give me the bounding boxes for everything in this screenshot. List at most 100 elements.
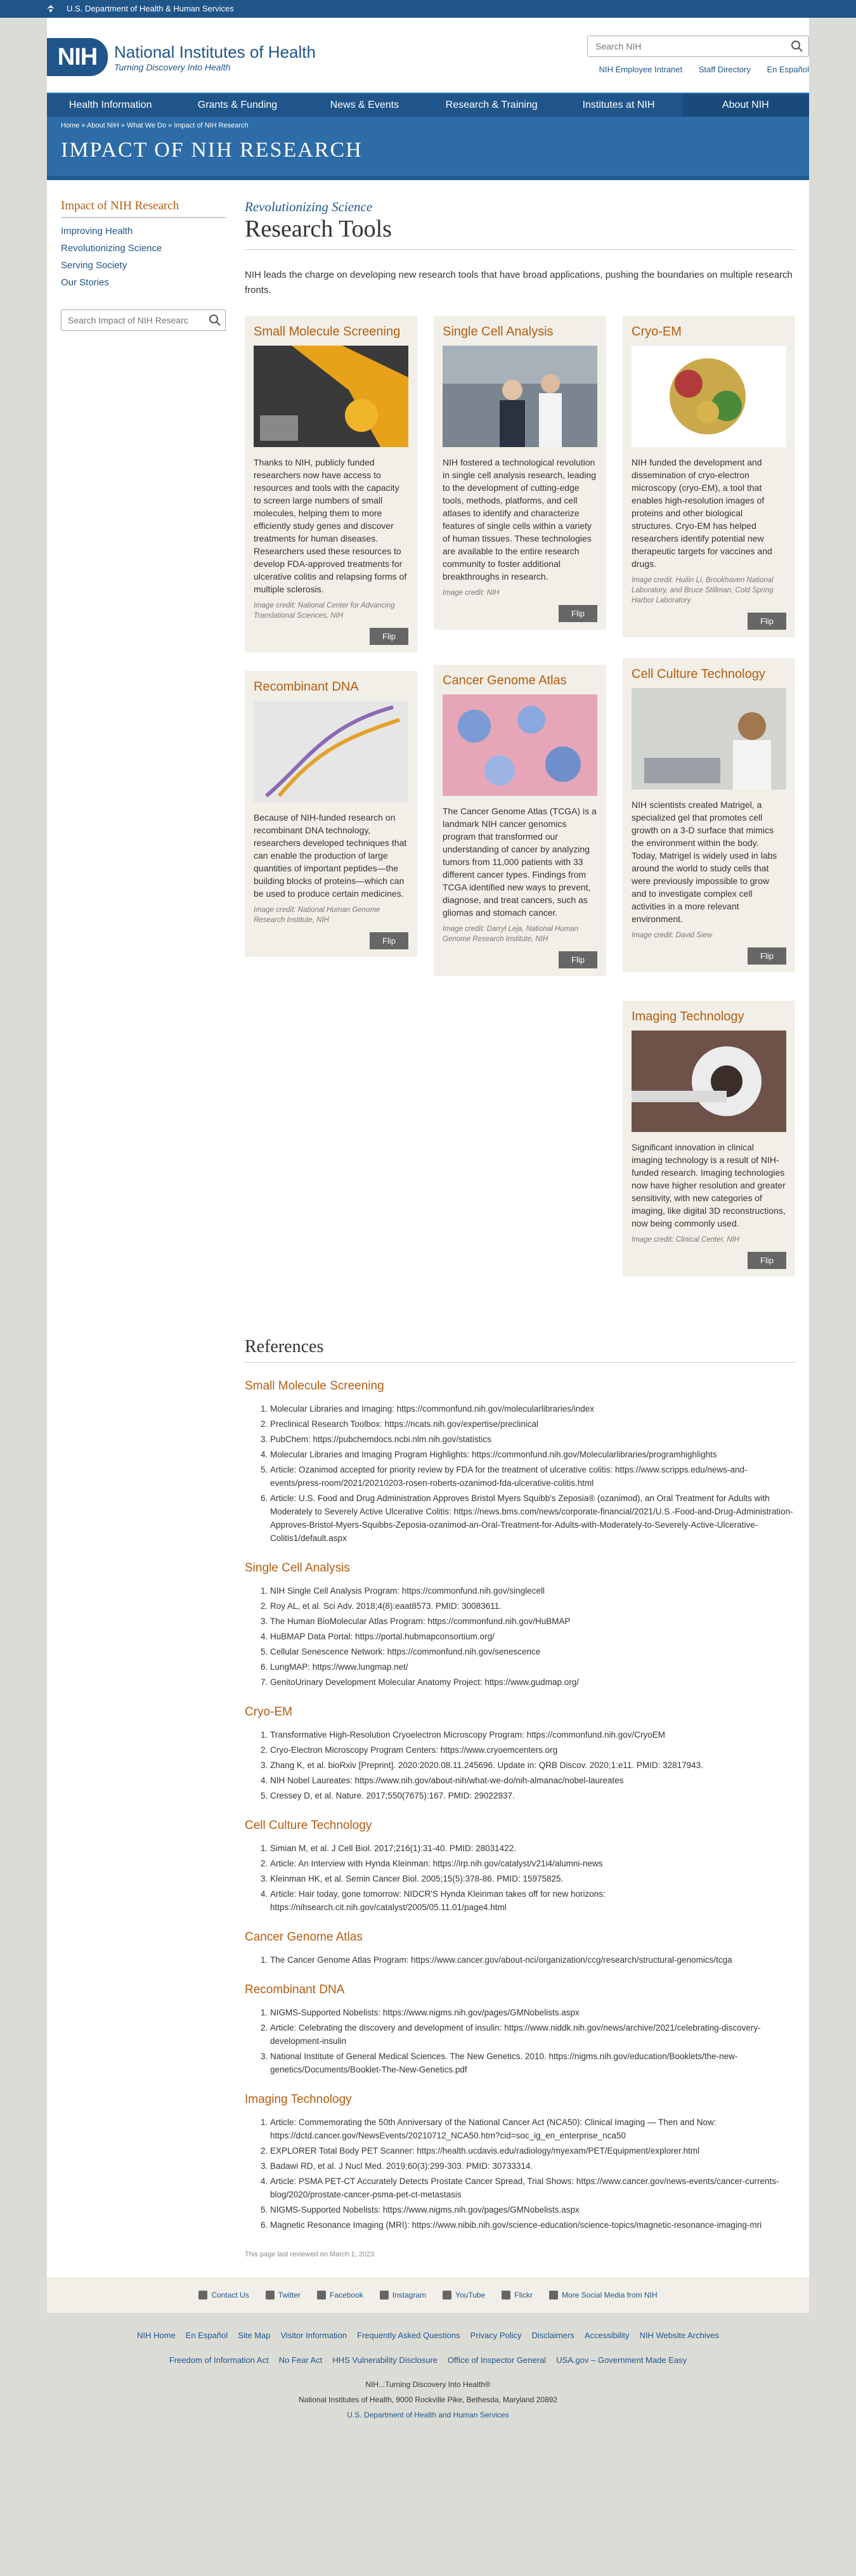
reference-item[interactable]: NIH Single Cell Analysis Program: https:… [270,1584,795,1597]
reference-item[interactable]: NIGMS-Supported Nobelists: https://www.n… [270,2006,795,2019]
link-espanol[interactable]: En Español [767,65,810,74]
reference-item[interactable]: Article: U.S. Food and Drug Administrati… [270,1492,795,1545]
reference-item[interactable]: EXPLORER Total Body PET Scanner: https:/… [270,2144,795,2157]
reference-item[interactable]: Article: Commemorating the 50th Annivers… [270,2116,795,2142]
footer-link[interactable]: Freedom of Information Act [169,2355,269,2365]
footer-link[interactable]: Visitor Information [281,2331,347,2340]
social-twitter[interactable]: Twitter [265,2291,301,2300]
footer-link[interactable]: En Español [186,2331,228,2340]
card-title: Imaging Technology [632,1010,744,1024]
flip-button[interactable]: Flip [748,947,786,965]
reference-item[interactable]: Roy AL, et al. Sci Adv. 2018;4(8):eaat85… [270,1599,795,1613]
reference-item[interactable]: National Institute of General Medical Sc… [270,2050,795,2076]
reference-item[interactable]: Article: Hair today, gone tomorrow: NIDC… [270,1887,795,1914]
flip-button[interactable]: Flip [370,628,408,645]
footer-link[interactable]: Frequently Asked Questions [357,2331,460,2340]
footer-link[interactable]: Privacy Policy [470,2331,522,2340]
sidebar-item-improving-health[interactable]: Improving Health [61,226,133,237]
reference-item[interactable]: Simian M, et al. J Cell Biol. 2017;216(1… [270,1842,795,1855]
search-icon[interactable] [791,40,803,53]
nav-health-information[interactable]: Health Information [47,94,174,117]
nav-grants-funding[interactable]: Grants & Funding [174,94,301,117]
main-content: Revolutionizing Science Research Tools N… [245,199,795,2277]
link-staff-directory[interactable]: Staff Directory [699,65,751,74]
social-youtube[interactable]: YouTube [443,2291,485,2300]
reference-item[interactable]: Cellular Senescence Network: https://com… [270,1645,795,1658]
reference-item[interactable]: Article: Ozanimod accepted for priority … [270,1463,795,1490]
reference-item[interactable]: Article: An Interview with Hynda Kleinma… [270,1857,795,1870]
hhs-bar[interactable]: U.S. Department of Health & Human Servic… [0,0,856,18]
card-credit: Image credit: Darryl Leja, National Huma… [443,925,579,943]
reference-group-heading: Cell Culture Technology [245,1819,372,1832]
reference-item[interactable]: GenitoUrinary Development Molecular Anat… [270,1675,795,1689]
card-title: Single Cell Analysis [443,325,554,339]
social-contact[interactable]: Contact Us [198,2291,249,2300]
footer-link[interactable]: Office of Inspector General [448,2355,546,2365]
hhs-eagle-icon [47,5,55,13]
card-text: NIH funded the development and dissemina… [632,457,772,569]
flip-button[interactable]: Flip [559,605,597,622]
nav-research-training[interactable]: Research & Training [428,94,555,117]
social-flickr[interactable]: Flickr [502,2291,533,2300]
footer-link[interactable]: USA.gov – Government Made Easy [556,2355,687,2365]
reference-item[interactable]: Cryo-Electron Microscopy Program Centers… [270,1743,795,1757]
reference-item[interactable]: Badawi RD, et al. J Nucl Med. 2019;60(3)… [270,2159,795,2173]
reference-item[interactable]: Kleinman HK, et al. Semin Cancer Biol. 2… [270,1872,795,1885]
sidebar-item-serving-society[interactable]: Serving Society [61,260,127,271]
flip-button[interactable]: Flip [370,932,408,949]
reference-item[interactable]: Transformative High-Resolution Cryoelect… [270,1728,795,1741]
reference-item[interactable]: HuBMAP Data Portal: https://portal.hubma… [270,1630,795,1643]
reference-item[interactable]: LungMAP: https://www.lungmap.net/ [270,1660,795,1674]
reference-group-heading: Small Molecule Screening [245,1379,384,1393]
reference-item[interactable]: The Cancer Genome Atlas Program: https:/… [270,1953,795,1967]
sidebar-search-input[interactable] [62,310,195,330]
social-facebook[interactable]: Facebook [317,2291,363,2300]
reference-item[interactable]: Article: Celebrating the discovery and d… [270,2021,795,2048]
flip-button[interactable]: Flip [748,613,786,630]
footer-links-secondary: Freedom of Information Act No Fear Act HHS… [0,2355,856,2365]
flip-button[interactable]: Flip [559,951,597,968]
card-text: Thanks to NIH, publicly funded researche… [254,457,407,594]
social-more[interactable]: More Social Media from NIH [548,2291,658,2300]
footer-link[interactable]: Site Map [238,2331,270,2340]
footer-link[interactable]: NIH Home [137,2331,176,2340]
link-employee-intranet[interactable]: NIH Employee Intranet [599,65,683,74]
breadcrumb[interactable]: Home » About NIH » What We Do » Impact o… [61,117,795,129]
footer-link[interactable]: No Fear Act [279,2355,323,2365]
footer-link[interactable]: Accessibility [585,2331,630,2340]
footer-link[interactable]: NIH Website Archives [640,2331,719,2340]
flip-button[interactable]: Flip [748,1252,786,1269]
nav-news-events[interactable]: News & Events [301,94,428,117]
reference-item[interactable]: Article: PSMA PET-CT Accurately Detects … [270,2175,795,2201]
reference-group-heading: Single Cell Analysis [245,1561,350,1575]
sidebar-title[interactable]: Impact of NIH Research [61,199,226,218]
reference-item[interactable]: The Human BioMolecular Atlas Program: ht… [270,1615,795,1628]
flickr-icon [502,2291,511,2300]
card-single-cell: Single Cell Analysis NIH fostered a tech… [434,316,606,630]
nav-about-nih[interactable]: About NIH [682,94,809,117]
sidebar: Impact of NIH Research Improving Health … [61,199,226,2277]
sidebar-item-revolutionizing-science[interactable]: Revolutionizing Science [61,243,162,254]
footer-hhs-link[interactable]: U.S. Department of Health and Human Serv… [347,2410,509,2419]
reference-item[interactable]: Molecular Libraries and Imaging: https:/… [270,1402,795,1415]
reference-item[interactable]: Magnetic Resonance Imaging (MRI): https:… [270,2218,795,2232]
social-bar: Contact Us Twitter Facebook Instagram Yo… [47,2277,809,2313]
reference-item[interactable]: PubChem: https://pubchemdocs.ncbi.nlm.ni… [270,1433,795,1446]
site-search-input[interactable] [588,36,778,56]
sidebar-item-our-stories[interactable]: Our Stories [61,277,109,288]
footer-link[interactable]: HHS Vulnerability Disclosure [332,2355,438,2365]
nih-logo[interactable]: NIH National Institutes of Health Turnin… [47,38,316,76]
reference-item[interactable]: Molecular Libraries and Imaging Program … [270,1448,795,1461]
social-instagram[interactable]: Instagram [379,2291,426,2300]
reference-item[interactable]: Cressey D, et al. Nature. 2017;550(7675)… [270,1789,795,1802]
lab-scientist-image [632,688,786,790]
search-icon[interactable] [209,314,221,327]
reference-item[interactable]: NIGMS-Supported Nobelists: https://www.n… [270,2203,795,2216]
footer-link[interactable]: Disclaimers [532,2331,574,2340]
nav-institutes[interactable]: Institutes at NIH [555,94,682,117]
reference-item[interactable]: NIH Nobel Laureates: https://www.nih.gov… [270,1774,795,1787]
hhs-label: U.S. Department of Health & Human Servic… [67,4,234,13]
reference-item[interactable]: Zhang K, et al. bioRxiv [Preprint]. 2020… [270,1759,795,1772]
reference-item[interactable]: Preclinical Research Toolbox: https://nc… [270,1417,795,1431]
card-small-molecule: Small Molecule Screening Thanks to NIH, … [245,316,417,653]
